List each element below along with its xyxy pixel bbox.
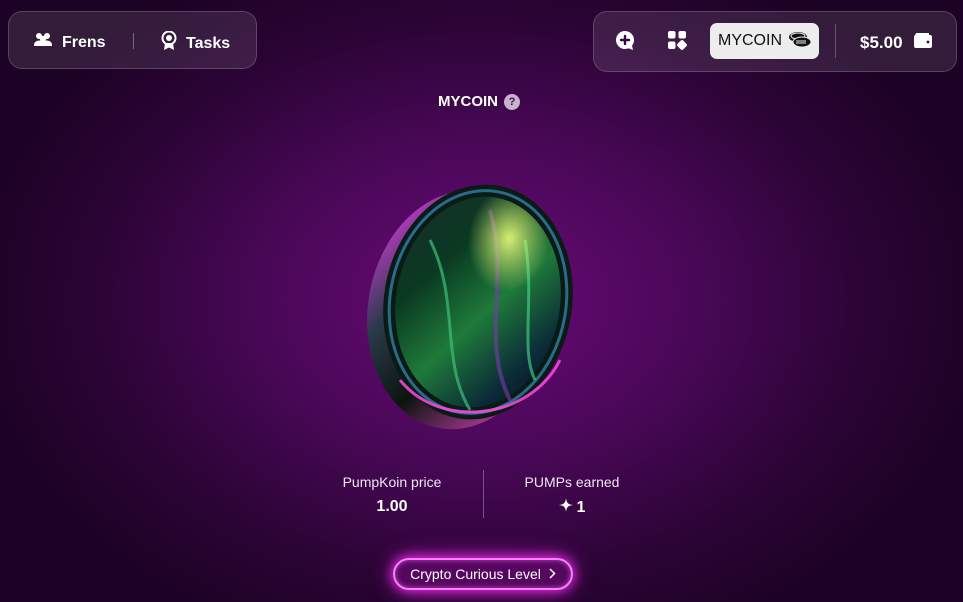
tasks-label: Tasks	[186, 34, 231, 52]
price-value-row: 1.00	[332, 498, 452, 516]
wallet-balance-button[interactable]: $5.00	[860, 31, 933, 54]
coin-selector-label: MYCOIN	[718, 32, 782, 49]
earned-label: PUMPs earned	[524, 474, 620, 490]
header-divider	[835, 24, 836, 58]
nav-divider	[133, 33, 134, 49]
chat-button[interactable]	[613, 30, 637, 54]
coin-title-row: MYCOIN ?	[438, 93, 520, 110]
coin-stack-icon	[788, 30, 812, 53]
price-value: 1.00	[376, 498, 408, 515]
coin-selector[interactable]: MYCOIN	[710, 23, 819, 59]
chevron-right-icon	[549, 566, 556, 582]
tasks-nav-button[interactable]: Tasks	[161, 30, 231, 56]
nav-pill: Frens Tasks	[8, 11, 257, 69]
coin-title: MYCOIN	[438, 93, 498, 110]
frens-nav-button[interactable]: Frens	[33, 31, 106, 54]
earned-value-row: 1	[512, 498, 632, 517]
wallet-icon	[913, 31, 933, 54]
help-icon[interactable]: ?	[504, 93, 520, 110]
earned-value: 1	[576, 498, 586, 516]
sparkle-icon	[558, 498, 573, 517]
award-icon	[161, 30, 177, 56]
apps-grid-icon	[667, 30, 687, 55]
level-button[interactable]: Crypto Curious Level	[393, 558, 573, 590]
level-button-label: Crypto Curious Level	[410, 566, 541, 582]
balance-value: $5.00	[860, 32, 903, 52]
price-label: PumpKoin price	[342, 474, 442, 490]
price-stat: PumpKoin price 1.00	[332, 474, 452, 516]
stats-divider	[483, 470, 484, 518]
friends-icon	[33, 31, 53, 54]
coin-illustration[interactable]	[360, 180, 586, 436]
frens-label: Frens	[62, 33, 106, 51]
earned-stat: PUMPs earned 1	[512, 474, 632, 517]
header-controls: MYCOIN $5.00	[593, 11, 957, 72]
apps-button[interactable]	[665, 30, 689, 54]
chat-plus-icon	[614, 29, 636, 56]
